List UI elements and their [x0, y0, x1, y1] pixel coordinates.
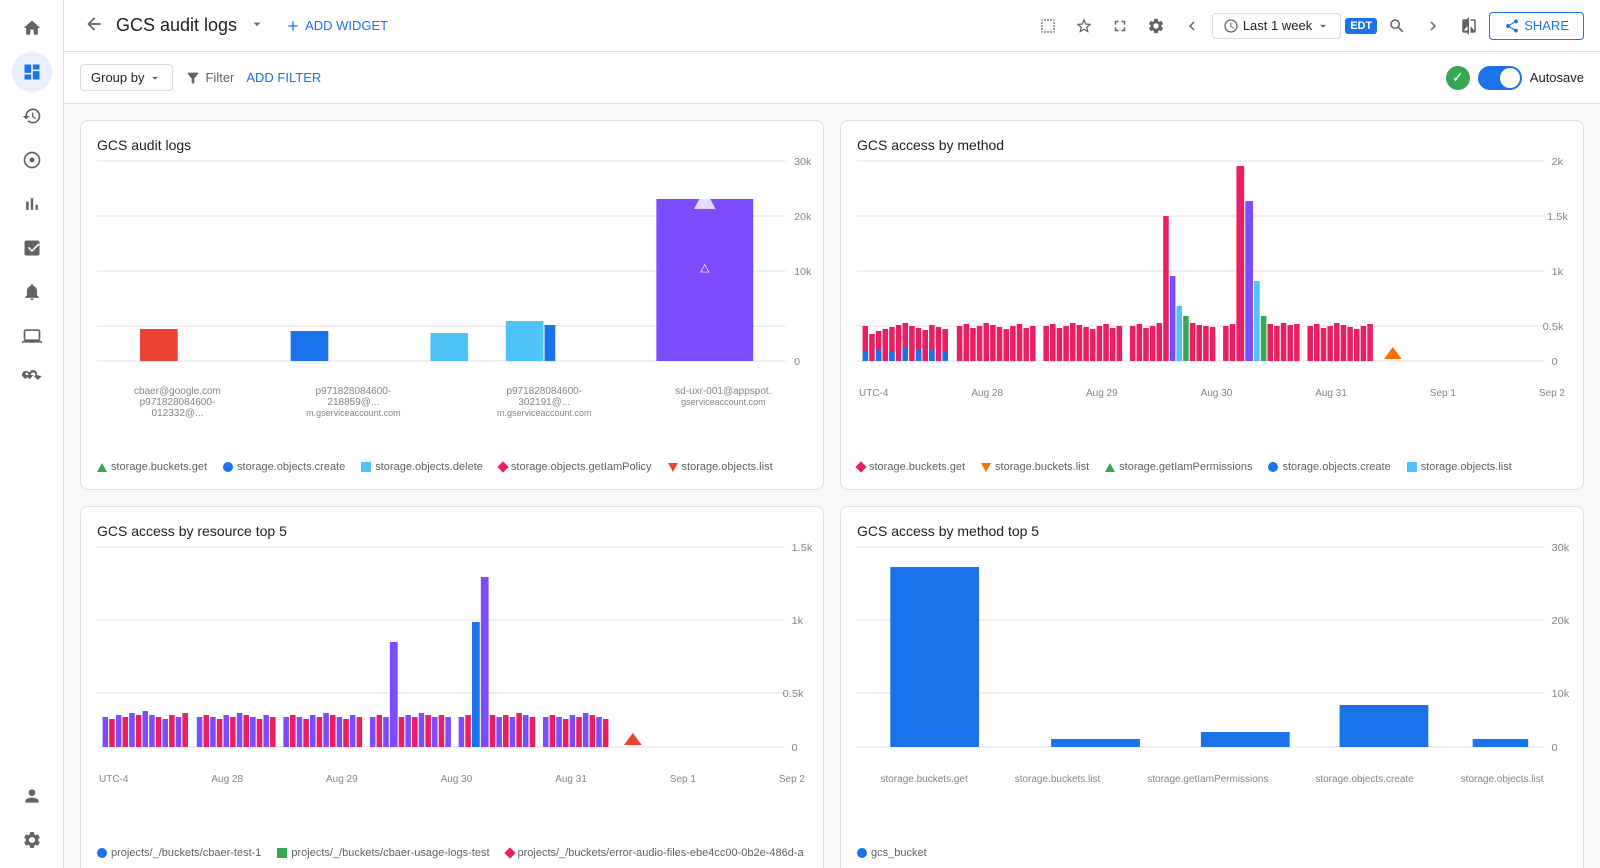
dashboard: GCS audit logs 30k 20k 10k 0	[64, 104, 1600, 868]
bar-chart-audit-logs: 30k 20k 10k 0	[97, 161, 807, 453]
sidebar-history[interactable]	[12, 96, 52, 136]
svg-text:1k: 1k	[1551, 266, 1563, 277]
filterbar: Group by Filter ADD FILTER ✓ Autosave	[64, 52, 1600, 104]
bar-chart-method-top5: 30k 20k 10k 0	[857, 547, 1567, 839]
sidebar-settings[interactable]	[12, 820, 52, 860]
saved-check-icon: ✓	[1446, 66, 1470, 90]
widget-title-resource-top5: GCS access by resource top 5	[97, 523, 807, 539]
layout-icon[interactable]	[1032, 10, 1064, 42]
filter-button[interactable]: Filter	[185, 70, 234, 86]
sidebar-monitor[interactable]	[12, 316, 52, 356]
svg-text:0.5k: 0.5k	[1543, 321, 1565, 332]
widget-gcs-resource-top5: GCS access by resource top 5 1.5k 1k 0.5…	[80, 506, 824, 868]
bar-chart-access-method: 2k 1.5k 1k 0.5k 0	[857, 161, 1567, 453]
share-button[interactable]: SHARE	[1489, 12, 1584, 40]
svg-text:20k: 20k	[1551, 615, 1570, 626]
legend-resource-top5: projects/_/buckets/cbaer-test-1 projects…	[97, 847, 807, 859]
prev-icon[interactable]	[1176, 10, 1208, 42]
sidebar-slo[interactable]	[12, 360, 52, 400]
svg-text:1k: 1k	[791, 615, 803, 626]
svg-text:10k: 10k	[1551, 688, 1570, 699]
svg-text:0: 0	[1551, 742, 1557, 753]
svg-text:△: △	[700, 262, 709, 274]
sidebar-dashboard[interactable]	[12, 52, 52, 92]
topbar-actions: Last 1 week EDT SHARE	[1032, 10, 1584, 42]
sidebar-logging[interactable]	[12, 228, 52, 268]
next-icon[interactable]	[1417, 10, 1449, 42]
back-button[interactable]	[80, 10, 108, 41]
autosave-label: Autosave	[1530, 70, 1584, 85]
add-widget-button[interactable]: ADD WIDGET	[273, 12, 400, 40]
svg-text:0: 0	[791, 742, 797, 753]
legend-method-top5: gcs_bucket	[857, 847, 1567, 859]
sidebar-metrics[interactable]	[12, 184, 52, 224]
group-by-button[interactable]: Group by	[80, 64, 173, 91]
widget-title-audit-logs: GCS audit logs	[97, 137, 807, 153]
svg-text:10k: 10k	[794, 267, 812, 278]
svg-text:0: 0	[794, 357, 800, 368]
svg-text:2k: 2k	[1551, 156, 1563, 167]
sidebar-user[interactable]	[12, 776, 52, 816]
title-chevron[interactable]	[249, 16, 265, 35]
time-range-button[interactable]: Last 1 week	[1212, 13, 1341, 39]
svg-text:1.5k: 1.5k	[791, 542, 813, 553]
time-range-label: Last 1 week	[1243, 18, 1312, 33]
bar-chart-resource-top5: 1.5k 1k 0.5k 0	[97, 547, 807, 839]
page-title: GCS audit logs	[116, 15, 237, 36]
widget-gcs-audit-logs: GCS audit logs 30k 20k 10k 0	[80, 120, 824, 490]
compare-icon[interactable]	[1453, 10, 1485, 42]
sidebar-home[interactable]	[12, 8, 52, 48]
timezone-badge: EDT	[1345, 18, 1377, 34]
fullscreen-icon[interactable]	[1104, 10, 1136, 42]
chart-area-access-method: 2k 1.5k 1k 0.5k 0	[857, 161, 1567, 473]
settings-icon[interactable]	[1140, 10, 1172, 42]
star-icon[interactable]	[1068, 10, 1100, 42]
chart-area-audit-logs: 30k 20k 10k 0	[97, 161, 807, 473]
topbar: GCS audit logs ADD WIDGET	[64, 0, 1600, 52]
svg-text:20k: 20k	[794, 212, 812, 223]
widget-gcs-access-method: GCS access by method 2k 1.5k 1k 0.	[840, 120, 1584, 490]
search-icon[interactable]	[1381, 10, 1413, 42]
svg-text:0: 0	[1551, 356, 1557, 367]
svg-text:0.5k: 0.5k	[783, 688, 805, 699]
svg-text:1.5k: 1.5k	[1547, 211, 1569, 222]
widget-title-method-top5: GCS access by method top 5	[857, 523, 1567, 539]
sidebar-trace[interactable]	[12, 140, 52, 180]
chart-area-method-top5: 30k 20k 10k 0	[857, 547, 1567, 859]
sidebar	[0, 0, 64, 868]
autosave-area: ✓ Autosave	[1446, 66, 1584, 90]
legend-access-method: storage.buckets.get storage.buckets.list…	[857, 461, 1567, 473]
widget-gcs-method-top5: GCS access by method top 5 30k 20k 10k 0	[840, 506, 1584, 868]
autosave-toggle[interactable]	[1478, 66, 1522, 90]
widget-title-access-method: GCS access by method	[857, 137, 1567, 153]
legend-audit-logs: storage.buckets.get storage.objects.crea…	[97, 461, 807, 473]
main-content: GCS audit logs ADD WIDGET	[64, 0, 1600, 868]
svg-text:30k: 30k	[794, 157, 812, 168]
add-filter-button[interactable]: ADD FILTER	[246, 70, 321, 85]
chart-area-resource-top5: 1.5k 1k 0.5k 0	[97, 547, 807, 859]
sidebar-alerts[interactable]	[12, 272, 52, 312]
svg-text:30k: 30k	[1551, 542, 1570, 553]
